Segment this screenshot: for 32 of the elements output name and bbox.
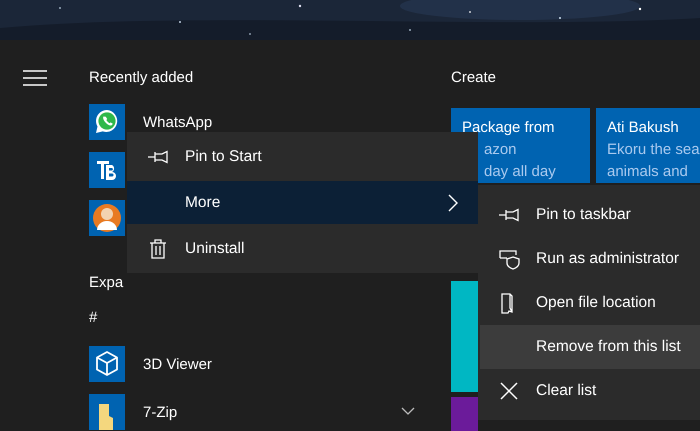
tile-text: animals and bbox=[607, 162, 689, 182]
menu-icon[interactable] bbox=[23, 70, 47, 86]
shield-icon bbox=[498, 248, 520, 270]
menu-item[interactable]: Pin to taskbar bbox=[480, 193, 700, 237]
app-name[interactable]: 7-Zip bbox=[143, 404, 178, 420]
app-tile[interactable] bbox=[451, 281, 478, 392]
menu-item[interactable]: Run as administrator bbox=[480, 237, 700, 281]
menu-item[interactable]: Remove from this list bbox=[480, 325, 700, 369]
tile-text: Ekoru the sea bbox=[607, 140, 700, 160]
section-letter[interactable]: # bbox=[89, 308, 98, 326]
app-name[interactable]: WhatsApp bbox=[143, 114, 212, 130]
group-header: Create bbox=[451, 68, 498, 88]
menu-item[interactable]: Uninstall bbox=[127, 224, 478, 273]
app-name[interactable]: 3D Viewer bbox=[143, 356, 212, 372]
app-tile[interactable]: Ati Bakush Ekoru the sea animals and bbox=[596, 108, 700, 183]
menu-item[interactable]: Clear list bbox=[480, 369, 700, 413]
menu-item[interactable]: Open file location bbox=[480, 281, 700, 325]
menu-item[interactable]: More bbox=[127, 181, 478, 224]
tile-text: azon bbox=[483, 140, 518, 160]
section-header: Recently added bbox=[89, 68, 194, 88]
chevron-right-icon bbox=[448, 194, 458, 212]
folder-icon bbox=[89, 394, 125, 430]
expand-link[interactable]: Expa bbox=[89, 274, 124, 291]
close-icon bbox=[498, 380, 520, 402]
avatar-icon bbox=[89, 200, 125, 236]
tile-text: day all day bbox=[483, 162, 557, 182]
cube-icon bbox=[89, 346, 125, 382]
chat-icon bbox=[89, 104, 125, 140]
chevron-down-icon[interactable] bbox=[401, 407, 415, 415]
logo-icon bbox=[89, 152, 125, 188]
tile-text: Ati Bakush bbox=[607, 118, 680, 138]
trash-icon bbox=[147, 238, 169, 260]
